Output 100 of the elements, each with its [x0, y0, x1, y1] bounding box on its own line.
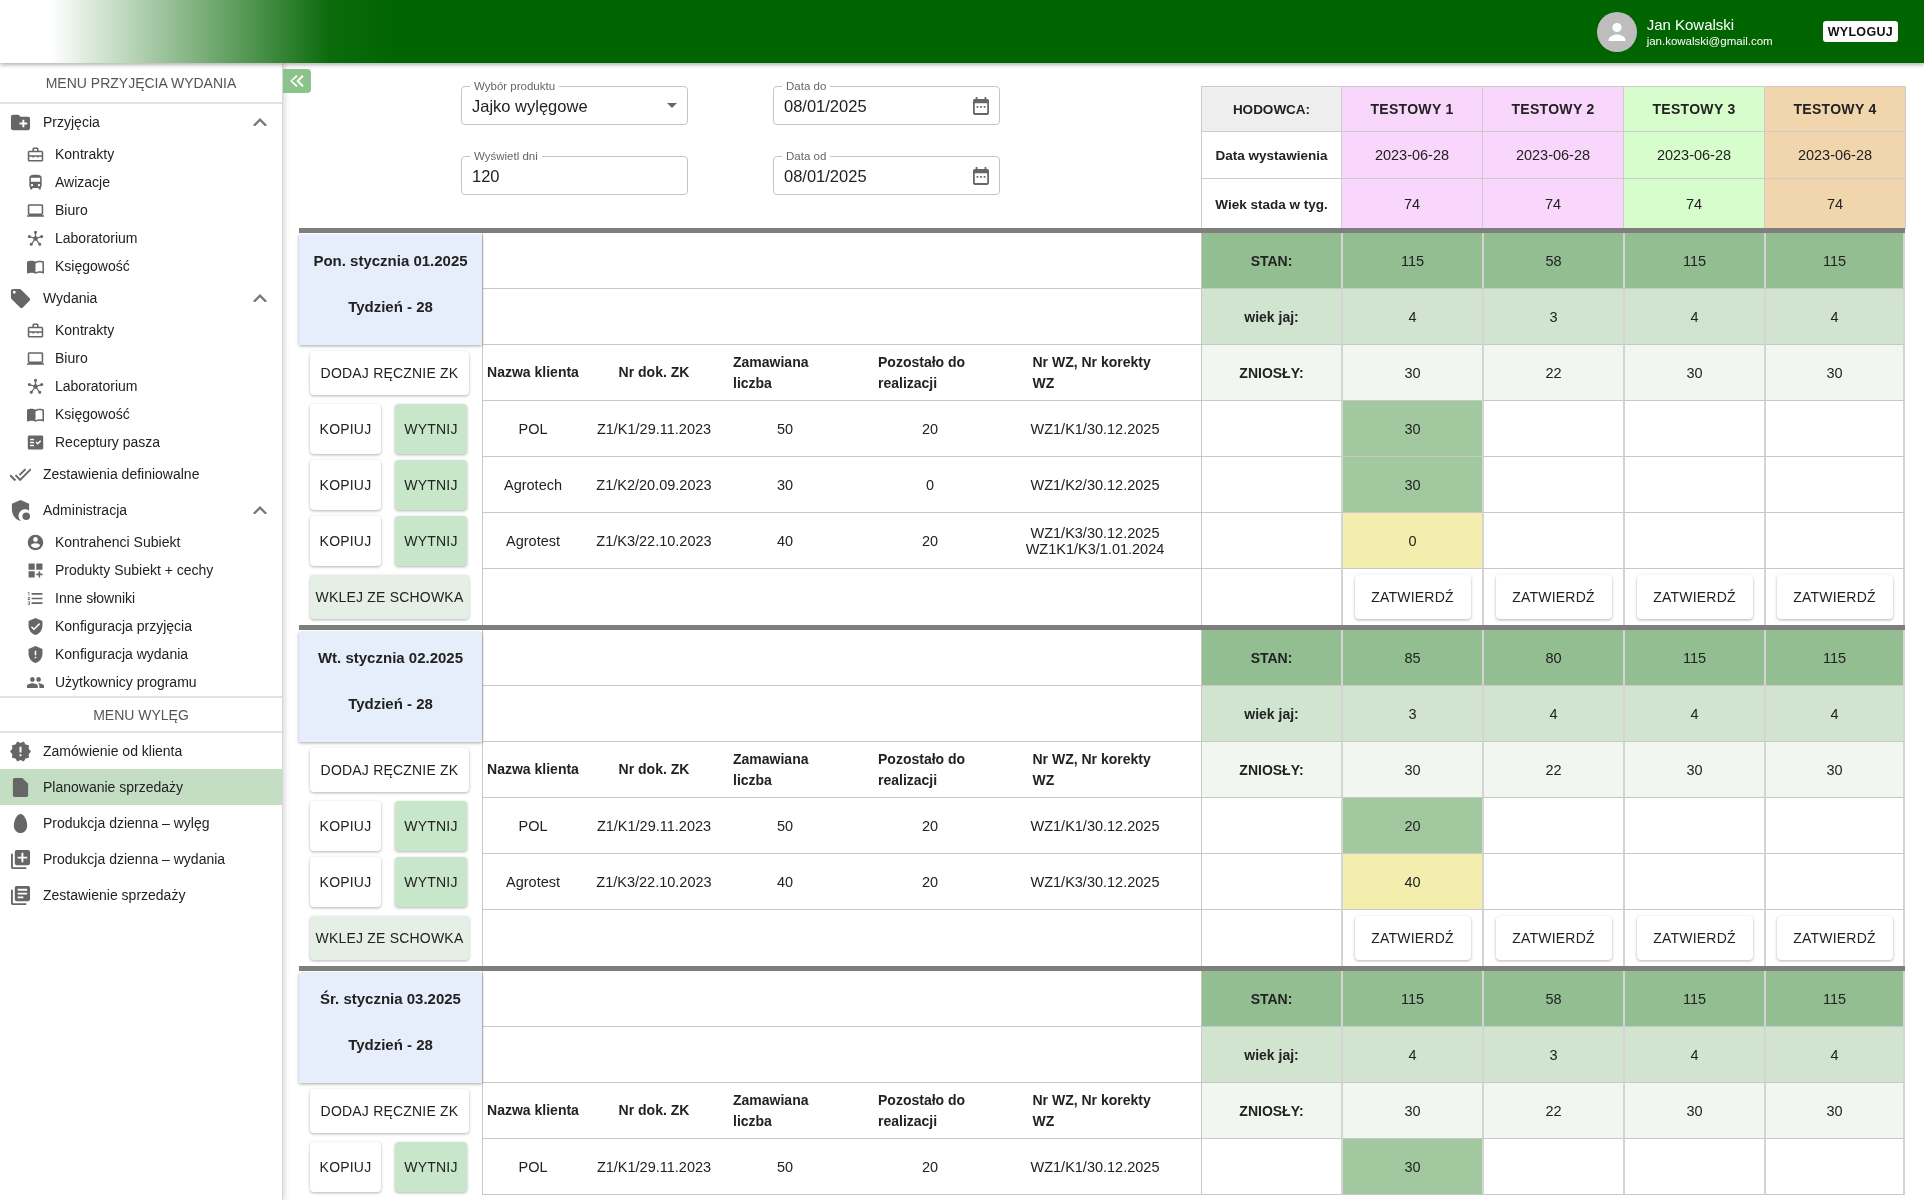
table-cell: 30: [1341, 345, 1482, 401]
table-cell: Z1/K3/22.10.2023: [596, 532, 712, 549]
allocation-cell[interactable]: 0: [1341, 513, 1482, 569]
copy-button[interactable]: KOPIUJ: [310, 857, 381, 907]
sidebar-item[interactable]: Księgowość: [0, 400, 282, 428]
column-header: Nr dok. ZK: [618, 363, 690, 382]
confirm-button[interactable]: ZATWIERDŹ: [1495, 575, 1612, 619]
allocation-cell[interactable]: 20: [1341, 798, 1482, 854]
dropdown-caret-icon: [667, 103, 677, 108]
field-label: Data do: [782, 80, 831, 92]
table-cell: 3: [1482, 289, 1623, 345]
copy-button[interactable]: KOPIUJ: [310, 516, 381, 566]
table-cell: 58: [1482, 971, 1623, 1027]
column-header: Nr dok. ZK: [618, 1101, 690, 1120]
sidebar-item[interactable]: Produkcja dzienna – wydania: [0, 841, 282, 877]
field-label: Wyświetl dni: [470, 150, 542, 162]
sidebar-item[interactable]: Awizacje: [0, 168, 282, 196]
sidebar-item[interactable]: Wydania: [0, 280, 282, 316]
table-cell: 22: [1482, 1083, 1623, 1139]
sidebar-item[interactable]: Administracja: [0, 492, 282, 528]
cut-button[interactable]: WYTNIJ: [395, 801, 467, 851]
table-cell: 4: [1764, 686, 1905, 742]
confirm-button[interactable]: ZATWIERDŹ: [1354, 575, 1471, 619]
column-header: Zamawiana liczba: [733, 749, 810, 790]
table-cell: 30: [1764, 345, 1905, 401]
sidebar-item[interactable]: Produkcja dzienna – wylęg: [0, 805, 282, 841]
cut-button[interactable]: WYTNIJ: [395, 516, 467, 566]
sidebar-item[interactable]: Zamówienie od klienta: [0, 733, 282, 769]
cut-button[interactable]: WYTNIJ: [395, 1142, 467, 1192]
add-order-button[interactable]: DODAJ RĘCZNIE ZK: [310, 748, 469, 792]
allocation-cell[interactable]: 30: [1341, 1139, 1482, 1195]
sidebar-item[interactable]: Kontrahenci Subiekt: [0, 528, 282, 556]
cut-button[interactable]: WYTNIJ: [395, 404, 467, 454]
row-label: STAN:: [1201, 630, 1341, 686]
row-label: STAN:: [1201, 233, 1341, 289]
confirm-button[interactable]: ZATWIERDŹ: [1636, 916, 1753, 960]
table-cell: 50: [776, 817, 794, 834]
briefcase-icon: [27, 321, 44, 339]
cut-button[interactable]: WYTNIJ: [395, 460, 467, 510]
copy-button[interactable]: KOPIUJ: [310, 404, 381, 454]
cut-button[interactable]: WYTNIJ: [395, 857, 467, 907]
sidebar-item[interactable]: Kontrakty: [0, 316, 282, 344]
sidebar-item[interactable]: Przyjęcia: [0, 104, 282, 140]
week-label: Tydzień - 28: [348, 695, 433, 712]
sidebar-item[interactable]: Zestawienie sprzedaży: [0, 877, 282, 913]
row-label: ZNIOSŁY:: [1201, 1083, 1341, 1139]
allocation-cell[interactable]: 30: [1341, 401, 1482, 457]
column-header: Pozostało do realizacji: [878, 1090, 967, 1131]
table-cell: Z1/K1/29.11.2023: [596, 817, 712, 834]
confirm-button[interactable]: ZATWIERDŹ: [1776, 916, 1893, 960]
table-cell: 74: [1624, 179, 1765, 229]
column-header: Nazwa klienta: [487, 760, 579, 779]
sidebar-item[interactable]: Biuro: [0, 196, 282, 224]
breeder-header: TESTOWY 1: [1342, 87, 1483, 132]
briefcase-icon: [27, 145, 44, 163]
copy-button[interactable]: KOPIUJ: [310, 801, 381, 851]
table-cell: WZ1/K1/30.12.2025: [1030, 817, 1160, 834]
sidebar-item[interactable]: Kontrakty: [0, 140, 282, 168]
table-cell: WZ1/K3/30.12.2025 WZ1K1/K3/1.01.2024: [1025, 524, 1165, 557]
sidebar-item[interactable]: Konfiguracja przyjęcia: [0, 612, 282, 640]
sidebar-item[interactable]: Inne słowniki: [0, 584, 282, 612]
paste-button[interactable]: WKLEJ ZE SCHOWKA: [310, 575, 469, 619]
allocation-cell[interactable]: 40: [1341, 854, 1482, 910]
table-cell: WZ1/K2/30.12.2025: [1030, 476, 1160, 493]
sidebar-item[interactable]: Laboratorium: [0, 372, 282, 400]
sidebar-item[interactable]: Zestawienia definiowalne: [0, 456, 282, 492]
table-cell: 30: [1623, 742, 1764, 798]
logout-button[interactable]: WYLOGUJ: [1822, 21, 1898, 42]
row-label: STAN:: [1201, 971, 1341, 1027]
table-cell: 4: [1764, 1027, 1905, 1083]
sidebar-item[interactable]: Receptury pasza: [0, 428, 282, 456]
table-cell: 4: [1623, 1027, 1764, 1083]
sidebar-item[interactable]: Użytkownicy programu: [0, 668, 282, 696]
allocation-cell[interactable]: 30: [1341, 457, 1482, 513]
table-cell: 40: [776, 532, 794, 549]
confirm-button[interactable]: ZATWIERDŹ: [1354, 916, 1471, 960]
copy-button[interactable]: KOPIUJ: [310, 460, 381, 510]
add-order-button[interactable]: DODAJ RĘCZNIE ZK: [310, 1089, 469, 1133]
table-cell: 85: [1341, 630, 1482, 686]
table-cell: Agrotest: [506, 532, 560, 549]
sidebar-item[interactable]: Konfiguracja wydania: [0, 640, 282, 668]
table-cell: 3: [1482, 1027, 1623, 1083]
confirm-button[interactable]: ZATWIERDŹ: [1495, 916, 1612, 960]
breeder-header: TESTOWY 3: [1624, 87, 1765, 132]
table-cell: 4: [1341, 1027, 1482, 1083]
sidebar-item[interactable]: Planowanie sprzedaży: [0, 769, 282, 805]
user-email: jan.kowalski@gmail.com: [1646, 33, 1773, 48]
sidebar-item[interactable]: Produkty Subiekt + cechy: [0, 556, 282, 584]
collapse-sidebar-button[interactable]: [283, 69, 311, 93]
table-cell: WZ1/K1/30.12.2025: [1030, 1158, 1160, 1175]
confirm-button[interactable]: ZATWIERDŹ: [1776, 575, 1893, 619]
sidebar-item[interactable]: Biuro: [0, 344, 282, 372]
document-icon: [10, 776, 31, 798]
copy-button[interactable]: KOPIUJ: [310, 1142, 381, 1192]
sidebar-item[interactable]: Laboratorium: [0, 224, 282, 252]
row-label: Data wystawienia: [1202, 132, 1342, 179]
confirm-button[interactable]: ZATWIERDŹ: [1636, 575, 1753, 619]
add-order-button[interactable]: DODAJ RĘCZNIE ZK: [310, 351, 469, 395]
paste-button[interactable]: WKLEJ ZE SCHOWKA: [310, 916, 469, 960]
sidebar-item[interactable]: Księgowość: [0, 252, 282, 280]
